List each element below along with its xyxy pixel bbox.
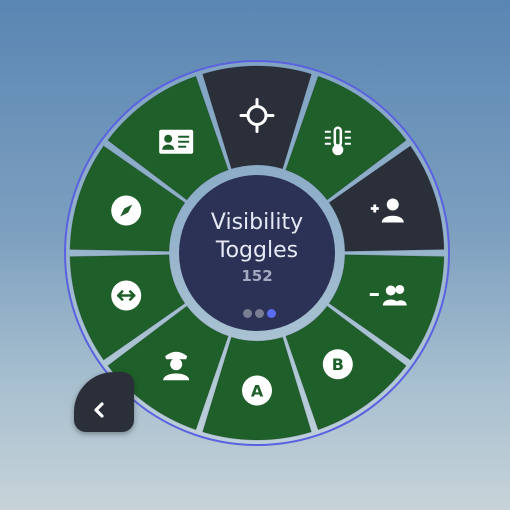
compass-icon <box>111 195 142 226</box>
item-count: 152 <box>241 267 273 285</box>
pager-dot[interactable] <box>243 309 252 318</box>
distance-arrows-icon <box>111 280 142 311</box>
letter-a-icon: A <box>242 375 272 406</box>
pager-dot[interactable] <box>267 309 276 318</box>
letter-b-icon: B <box>322 349 353 380</box>
label-a-toggle-label: A <box>251 382 264 401</box>
back-button[interactable] <box>74 372 134 432</box>
chevron-left-icon <box>94 402 104 418</box>
id-card-icon <box>159 129 194 154</box>
center-title-line2: Toggles <box>215 238 299 263</box>
center-title-line1: Visibility <box>210 210 304 235</box>
label-b-toggle-label: B <box>332 355 344 374</box>
pager-dot[interactable] <box>255 309 264 318</box>
